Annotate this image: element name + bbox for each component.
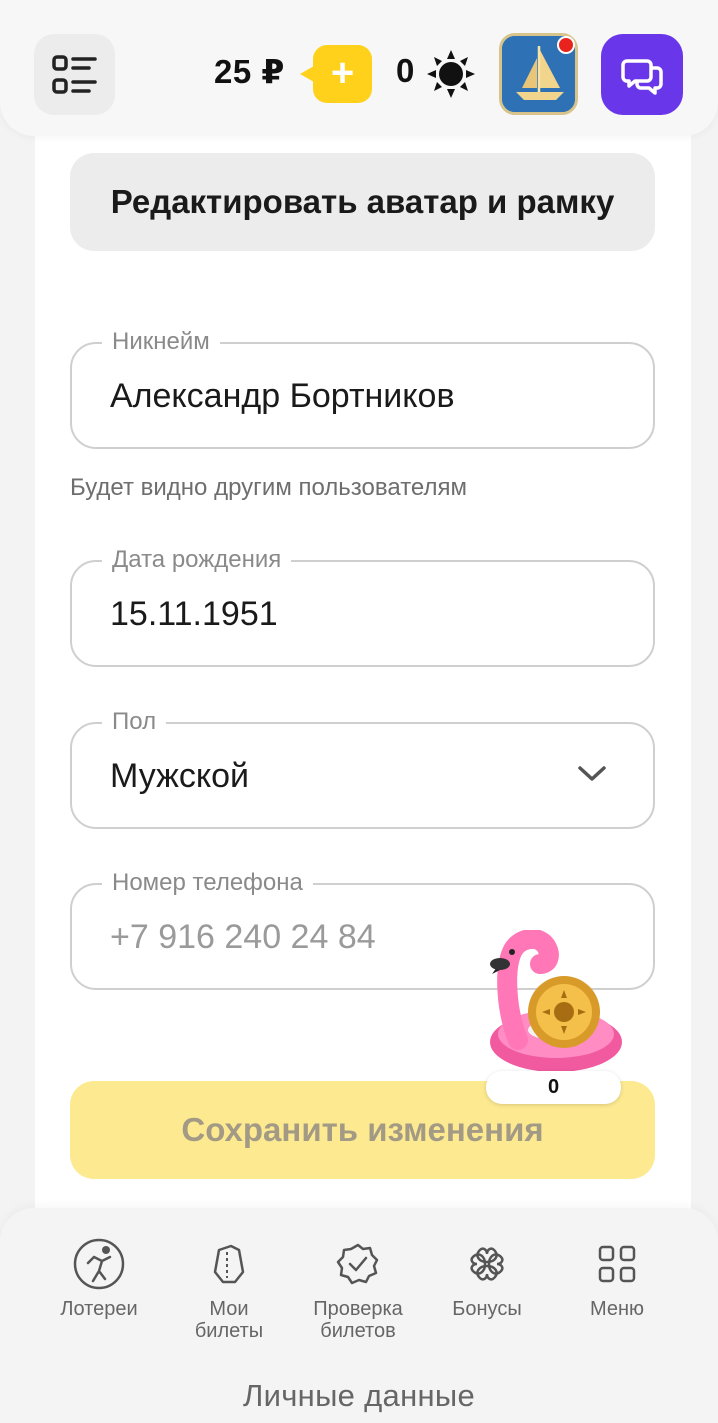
tickets-icon bbox=[213, 1244, 245, 1284]
sun-icon bbox=[427, 50, 475, 98]
nickname-value[interactable]: Александр Бортников bbox=[110, 375, 455, 417]
chevron-down-icon[interactable] bbox=[577, 764, 607, 784]
topup-button[interactable]: + bbox=[300, 45, 372, 103]
edit-avatar-button[interactable]: Редактировать аватар и рамку bbox=[70, 153, 655, 251]
birthdate-field[interactable]: Дата рождения 15.11.1951 bbox=[70, 543, 655, 667]
nav-label-lotteries: Лотереи bbox=[60, 1298, 138, 1320]
promo-count: 0 bbox=[486, 1071, 621, 1104]
nav-label-check-tickets: Проверка билетов bbox=[313, 1298, 403, 1342]
gender-select[interactable]: Пол Мужской bbox=[70, 705, 655, 829]
nav-label-menu: Меню bbox=[589, 1298, 645, 1320]
nav-label-my-tickets: Мои билеты bbox=[194, 1298, 264, 1342]
page-title: Личные данные bbox=[242, 1378, 476, 1413]
gender-value[interactable]: Мужской bbox=[110, 755, 249, 797]
phone-label: Номер телефона bbox=[102, 866, 313, 900]
notification-dot bbox=[557, 36, 575, 54]
nav-label-bonuses: Бонусы bbox=[452, 1298, 522, 1320]
profile-menu-button[interactable] bbox=[34, 34, 115, 115]
top-bar: 25 ₽ + 0 bbox=[0, 0, 718, 136]
nav-item-bonuses[interactable]: Бонусы bbox=[422, 1236, 552, 1320]
nickname-label: Никнейм bbox=[102, 325, 220, 359]
nav-item-lotteries[interactable]: Лотереи bbox=[34, 1236, 164, 1320]
nickname-field[interactable]: Никнейм Александр Бортников bbox=[70, 325, 655, 449]
birthdate-label: Дата рождения bbox=[102, 543, 292, 577]
nav-item-my-tickets[interactable]: Мои билеты bbox=[164, 1236, 294, 1342]
lottery-player-icon bbox=[73, 1238, 125, 1290]
phone-placeholder[interactable]: +7 916 240 24 84 bbox=[110, 916, 376, 958]
nav-item-check-tickets[interactable]: Проверка билетов bbox=[293, 1236, 423, 1342]
bonus-clover-icon bbox=[470, 1247, 504, 1281]
birthdate-value[interactable]: 15.11.1951 bbox=[110, 593, 278, 635]
support-chat-button[interactable] bbox=[601, 34, 683, 115]
suns-count: 0 bbox=[396, 52, 415, 89]
nickname-hint: Будет видно другим пользователям bbox=[70, 474, 467, 501]
wallet-balance[interactable]: 25 ₽ bbox=[214, 52, 285, 91]
check-badge-icon bbox=[336, 1243, 379, 1285]
gender-label: Пол bbox=[102, 705, 167, 739]
plus-icon: + bbox=[330, 50, 355, 95]
nav-item-menu[interactable]: Меню bbox=[552, 1236, 682, 1320]
grid-menu-icon bbox=[598, 1245, 636, 1283]
chat-bubbles-icon bbox=[621, 58, 663, 95]
flamingo-promo-icon[interactable] bbox=[478, 930, 628, 1075]
list-menu-icon bbox=[51, 54, 97, 94]
